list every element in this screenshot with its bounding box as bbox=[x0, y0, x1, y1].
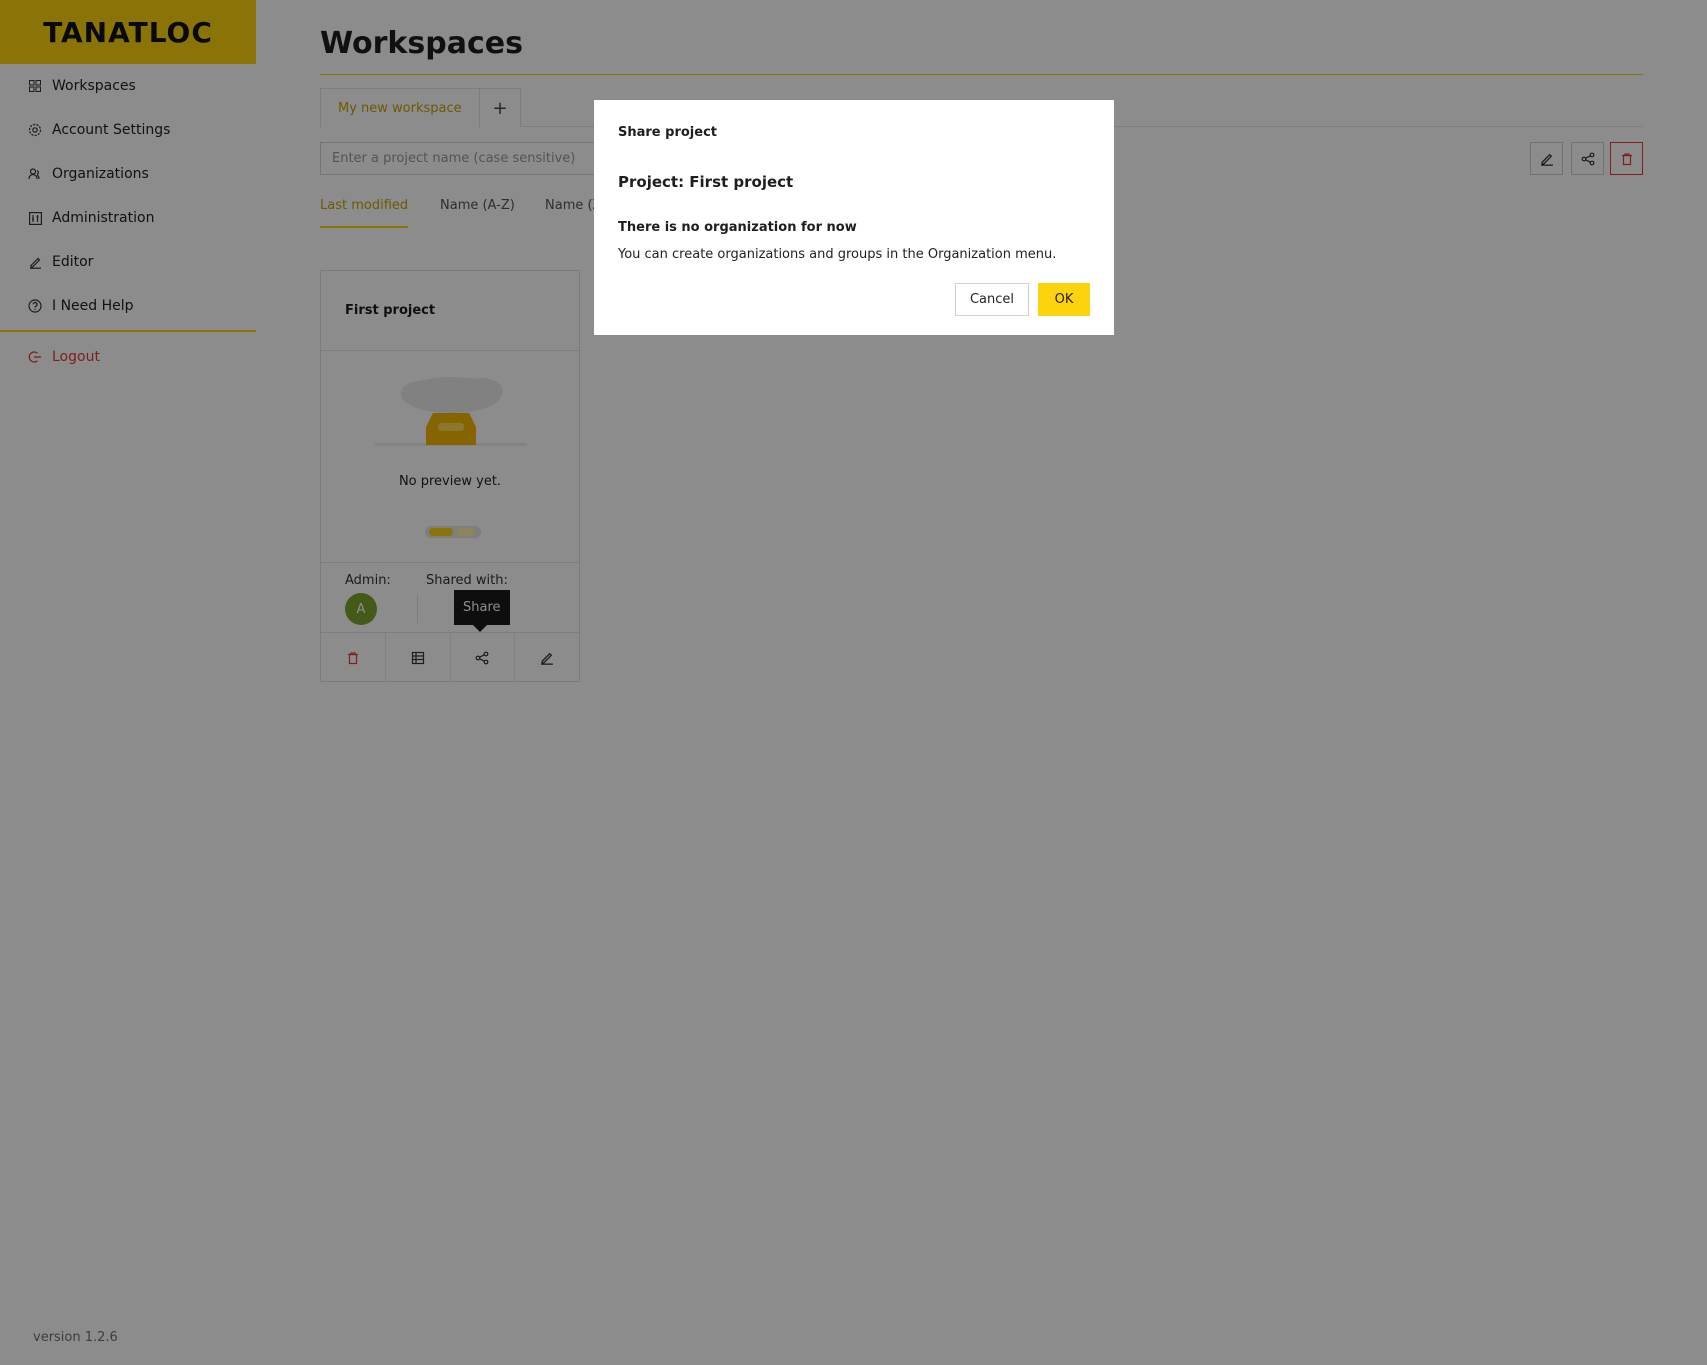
dialog-notice-title: There is no organization for now bbox=[618, 220, 857, 235]
cancel-button[interactable]: Cancel bbox=[955, 283, 1029, 316]
dialog-notice-text: You can create organizations and groups … bbox=[618, 247, 1057, 262]
dialog-project-name: Project: First project bbox=[618, 173, 794, 191]
ok-button[interactable]: OK bbox=[1038, 283, 1090, 316]
dialog-title: Share project bbox=[618, 125, 717, 140]
share-project-dialog: Share project Project: First project The… bbox=[594, 100, 1114, 335]
